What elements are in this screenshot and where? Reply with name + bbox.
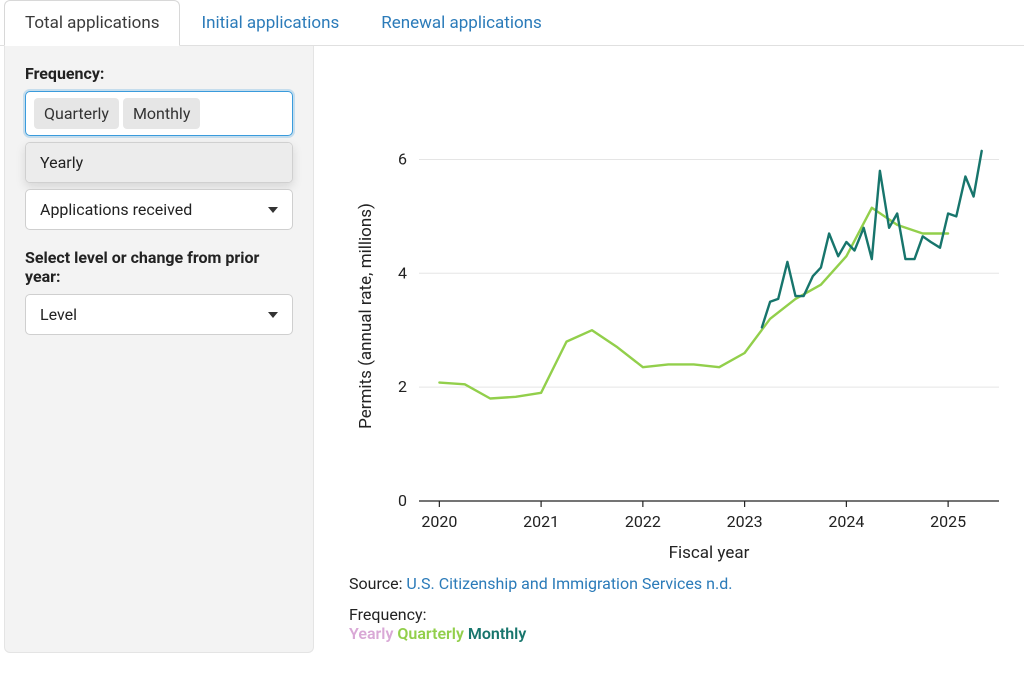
legend-yearly: Yearly (349, 624, 393, 643)
source-link[interactable]: U.S. Citizenship and Immigration Service… (406, 574, 732, 593)
legend-items: Yearly Quarterly Monthly (349, 624, 1014, 643)
level-select-value: Level (40, 305, 77, 324)
tabs-bar: Total applications Initial applications … (0, 0, 1024, 46)
frequency-dropdown-panel: Yearly (25, 142, 293, 183)
controls-sidebar: Frequency: Quarterly Monthly Yearly Appl… (4, 46, 314, 653)
series-select-value: Applications received (40, 200, 192, 219)
chevron-down-icon (268, 207, 278, 213)
main-content: Frequency: Quarterly Monthly Yearly Appl… (0, 46, 1024, 653)
svg-text:2: 2 (398, 377, 407, 396)
svg-text:2024: 2024 (828, 512, 864, 531)
svg-text:Fiscal year: Fiscal year (669, 543, 750, 563)
level-select[interactable]: Level (25, 294, 293, 335)
line-chart: 0 2 4 6 2020 2021 2022 2023 2024 2025 Fiscal year P… (349, 56, 1009, 566)
svg-text:2022: 2022 (625, 512, 661, 531)
legend-block: Frequency: Yearly Quarterly Monthly (349, 605, 1014, 643)
tab-total[interactable]: Total applications (4, 0, 180, 46)
source-prefix: Source: (349, 574, 406, 593)
series-select[interactable]: Applications received (25, 189, 293, 230)
svg-text:2023: 2023 (727, 512, 763, 531)
svg-text:2020: 2020 (421, 512, 457, 531)
svg-text:4: 4 (398, 263, 407, 282)
legend-label: Frequency: (349, 605, 1014, 624)
chart-area: 0 2 4 6 2020 2021 2022 2023 2024 2025 Fiscal year P… (314, 46, 1024, 653)
frequency-option-yearly[interactable]: Yearly (26, 143, 292, 182)
level-label: Select level or change from prior year: (25, 248, 293, 286)
frequency-multiselect[interactable]: Quarterly Monthly (25, 91, 293, 136)
svg-text:6: 6 (398, 149, 407, 168)
svg-text:2021: 2021 (523, 512, 559, 531)
frequency-label: Frequency: (25, 64, 293, 83)
level-section: Select level or change from prior year: … (25, 248, 293, 335)
legend-monthly: Monthly (468, 624, 526, 643)
legend-quarterly: Quarterly (397, 624, 464, 643)
chip-quarterly[interactable]: Quarterly (34, 98, 119, 129)
chip-monthly[interactable]: Monthly (123, 98, 200, 129)
svg-text:0: 0 (398, 491, 407, 510)
svg-text:Permits (annual rate, millions: Permits (annual rate, millions) (356, 203, 376, 429)
chevron-down-icon (268, 312, 278, 318)
source-line: Source: U.S. Citizenship and Immigration… (349, 574, 1014, 593)
tab-renewal[interactable]: Renewal applications (360, 0, 563, 45)
tab-initial[interactable]: Initial applications (180, 0, 360, 45)
svg-text:2025: 2025 (930, 512, 966, 531)
